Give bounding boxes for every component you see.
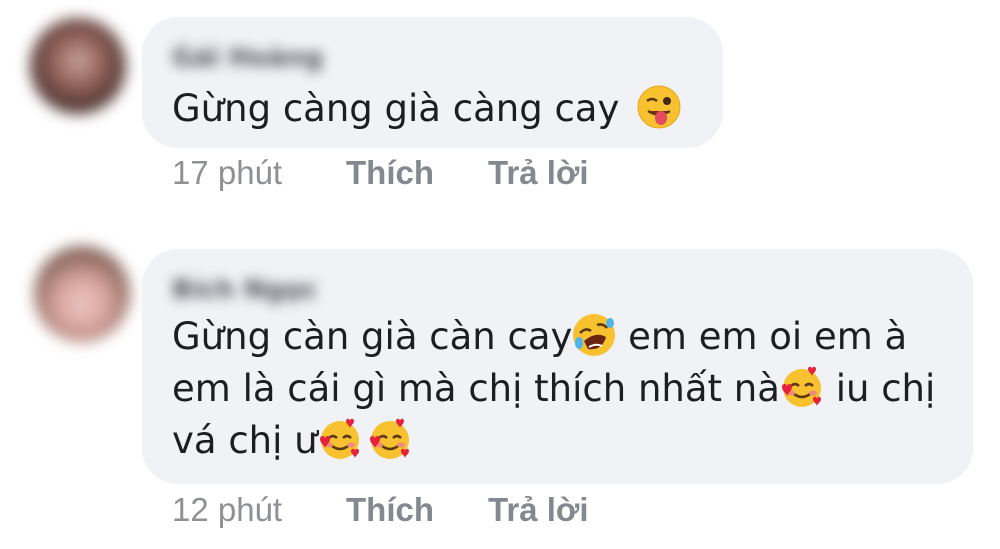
smiling-face-with-hearts-icon xyxy=(368,417,412,461)
author-name[interactable]: Bích Ngọc xyxy=(172,275,317,305)
smiling-face-with-hearts-icon xyxy=(780,365,824,409)
comment-time[interactable]: 17 phút xyxy=(172,154,282,192)
text-segment: vá chị ư xyxy=(172,419,318,462)
comment-bubble: Gái Hoàng Gừng càng già càng cay xyxy=(142,17,723,148)
comment-time[interactable]: 12 phút xyxy=(172,491,282,529)
text-segment: em là cái gì mà chị thích nhất nà xyxy=(172,367,780,410)
text-segment: em em oi em à xyxy=(616,315,908,358)
smiling-face-with-hearts-icon xyxy=(318,417,362,461)
author-name[interactable]: Gái Hoàng xyxy=(172,43,323,73)
text-segment: Gừng càn già càn cay xyxy=(172,315,573,358)
avatar[interactable] xyxy=(30,18,126,114)
text-segment: iu chị xyxy=(823,367,936,410)
comment-text: Gừng càn già càn cay em em oi em à em là… xyxy=(172,311,935,467)
comment-text-line-2: em là cái gì mà chị thích nhất nà iu chị xyxy=(172,363,935,415)
reply-button[interactable]: Trả lời xyxy=(488,491,589,529)
comment-text: Gừng càng già càng cay xyxy=(172,83,681,135)
reply-button[interactable]: Trả lời xyxy=(488,154,589,192)
comment-text-line-3: vá chị ư xyxy=(172,415,935,467)
comment-text-line-1: Gừng càn già càn cay em em oi em à xyxy=(172,311,935,363)
avatar[interactable] xyxy=(34,246,130,342)
like-button[interactable]: Thích xyxy=(346,491,434,529)
rolling-on-floor-laughing-face-icon xyxy=(572,313,616,357)
like-button[interactable]: Thích xyxy=(346,154,434,192)
comment-bubble: Bích Ngọc Gừng càn già càn cay em em oi … xyxy=(142,249,973,484)
winking-tongue-face-icon xyxy=(637,85,681,129)
comment-text-line: Gừng càng già càng cay xyxy=(172,87,620,130)
